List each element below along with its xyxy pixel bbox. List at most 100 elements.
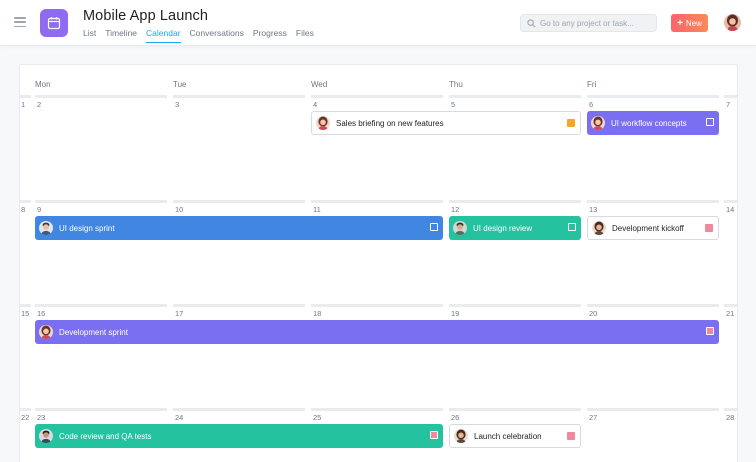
day-separator — [449, 304, 581, 307]
day-separator — [35, 95, 167, 98]
task-name: Development kickoff — [612, 223, 684, 233]
day-separator — [449, 408, 581, 411]
tab-conversations[interactable]: Conversations — [190, 28, 244, 43]
day-number[interactable]: 5 — [451, 100, 455, 109]
day-number[interactable]: 27 — [589, 413, 597, 422]
day-separator — [311, 408, 443, 411]
task-name: UI design review — [473, 223, 533, 233]
task-bar[interactable]: Launch celebration — [449, 424, 581, 448]
day-number[interactable]: 24 — [175, 413, 183, 422]
day-number[interactable]: 17 — [175, 309, 183, 318]
assignee-avatar[interactable] — [39, 325, 53, 339]
day-number[interactable]: 26 — [451, 413, 459, 422]
day-number[interactable]: 14 — [726, 205, 734, 214]
task-color-tag-icon — [706, 327, 714, 335]
day-separator — [724, 95, 738, 98]
day-separator — [19, 95, 31, 98]
weekday-header: Fri — [587, 80, 597, 89]
day-number[interactable]: 25 — [313, 413, 321, 422]
task-bar[interactable]: Sales briefing on new features — [311, 111, 581, 135]
day-separator — [173, 304, 305, 307]
task-bar[interactable]: UI design sprint — [35, 216, 443, 240]
weekday-header: Tue — [173, 80, 187, 89]
tab-progress[interactable]: Progress — [253, 28, 287, 43]
search-icon — [527, 18, 536, 27]
day-separator — [724, 304, 738, 307]
day-number[interactable]: 3 — [175, 100, 179, 109]
tab-list[interactable]: List — [83, 28, 96, 43]
day-separator — [449, 95, 581, 98]
task-bar[interactable]: UI design review — [449, 216, 581, 240]
day-separator — [173, 200, 305, 203]
day-number[interactable]: 8 — [21, 205, 25, 214]
day-separator — [587, 95, 719, 98]
project-tabs: List Timeline Calendar Conversations Pro… — [83, 28, 323, 43]
assignee-avatar[interactable] — [591, 116, 605, 130]
task-bar[interactable]: Development kickoff — [587, 216, 719, 240]
calendar-project-icon[interactable] — [40, 9, 68, 37]
day-separator — [35, 200, 167, 203]
day-separator — [311, 304, 443, 307]
tab-calendar[interactable]: Calendar — [146, 28, 181, 43]
day-number[interactable]: 12 — [451, 205, 459, 214]
day-number[interactable]: 1 — [21, 100, 25, 109]
day-number[interactable]: 22 — [21, 413, 29, 422]
day-separator — [19, 408, 31, 411]
task-name: Code review and QA tests — [59, 431, 152, 441]
day-number[interactable]: 23 — [37, 413, 45, 422]
day-separator — [311, 200, 443, 203]
task-color-tag-icon — [430, 223, 438, 231]
day-number[interactable]: 21 — [726, 309, 734, 318]
day-number[interactable]: 10 — [175, 205, 183, 214]
search-box[interactable] — [520, 14, 657, 32]
task-color-tag-icon — [567, 119, 575, 127]
day-separator — [449, 200, 581, 203]
day-number[interactable]: 11 — [313, 205, 321, 214]
day-separator — [35, 304, 167, 307]
search-input[interactable] — [540, 18, 655, 28]
assignee-avatar[interactable] — [316, 116, 330, 130]
day-separator — [19, 304, 31, 307]
new-button[interactable]: + New — [671, 14, 708, 32]
day-number[interactable]: 13 — [589, 205, 597, 214]
user-avatar[interactable] — [724, 14, 741, 31]
day-number[interactable]: 18 — [313, 309, 321, 318]
assignee-avatar[interactable] — [453, 221, 467, 235]
day-number[interactable]: 4 — [313, 100, 317, 109]
weekday-header: Thu — [449, 80, 463, 89]
assignee-avatar[interactable] — [592, 221, 606, 235]
menu-icon[interactable] — [14, 17, 26, 28]
task-bar[interactable]: Code review and QA tests — [35, 424, 443, 448]
day-number[interactable]: 20 — [589, 309, 597, 318]
task-bar[interactable]: UI workflow concepts — [587, 111, 719, 135]
task-name: Sales briefing on new features — [336, 118, 444, 128]
assignee-avatar[interactable] — [39, 429, 53, 443]
weekday-header: Mon — [35, 80, 51, 89]
task-name: UI design sprint — [59, 223, 115, 233]
assignee-avatar[interactable] — [39, 221, 53, 235]
task-color-tag-icon — [568, 223, 576, 231]
tab-timeline[interactable]: Timeline — [105, 28, 137, 43]
tab-files[interactable]: Files — [296, 28, 314, 43]
day-number[interactable]: 16 — [37, 309, 45, 318]
day-number[interactable]: 15 — [21, 309, 29, 318]
day-number[interactable]: 7 — [726, 100, 730, 109]
day-number[interactable]: 2 — [37, 100, 41, 109]
day-separator — [587, 200, 719, 203]
assignee-avatar[interactable] — [454, 429, 468, 443]
project-title: Mobile App Launch — [83, 8, 209, 24]
plus-icon: + — [677, 17, 683, 29]
day-number[interactable]: 28 — [726, 413, 734, 422]
day-separator — [35, 408, 167, 411]
task-name: UI workflow concepts — [611, 118, 687, 128]
weekday-header: Wed — [311, 80, 328, 89]
day-number[interactable]: 9 — [37, 205, 41, 214]
day-number[interactable]: 6 — [589, 100, 593, 109]
task-name: Launch celebration — [474, 431, 542, 441]
task-bar[interactable]: Development sprint — [35, 320, 719, 344]
task-name: Development sprint — [59, 327, 128, 337]
day-separator — [587, 408, 719, 411]
task-color-tag-icon — [705, 224, 713, 232]
task-color-tag-icon — [706, 118, 714, 126]
day-number[interactable]: 19 — [451, 309, 459, 318]
